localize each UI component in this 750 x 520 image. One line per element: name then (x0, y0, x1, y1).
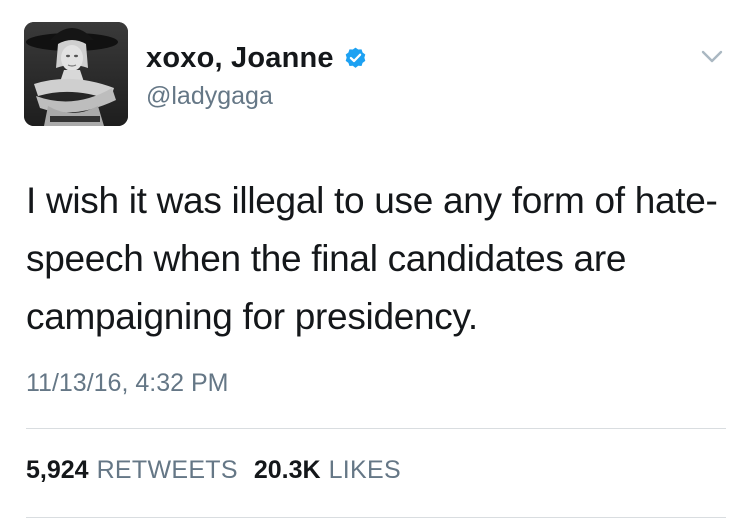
likes-count: 20.3K (253, 456, 321, 484)
tweet-timestamp[interactable]: 11/13/16, 4:32 PM (26, 369, 228, 398)
avatar[interactable] (24, 22, 128, 126)
tweet-stats: 5,924 RETWEETS 20.3K LIKES (26, 456, 401, 485)
chevron-down-icon[interactable] (700, 47, 724, 67)
divider (26, 517, 726, 518)
display-name[interactable]: xoxo, Joanne (146, 42, 334, 75)
verified-badge-icon (345, 47, 366, 68)
divider (26, 428, 726, 429)
tweet-card: xoxo, Joanne @ladygaga I wish it was ill… (0, 0, 750, 520)
user-handle[interactable]: @ladygaga (146, 82, 273, 111)
tweet-text: I wish it was illegal to use any form of… (26, 180, 718, 337)
likes-label: LIKES (328, 456, 401, 484)
retweets-count: 5,924 (26, 456, 89, 484)
retweets-stat[interactable]: 5,924 RETWEETS (26, 456, 238, 485)
retweets-label: RETWEETS (96, 456, 238, 484)
display-name-row: xoxo, Joanne (146, 38, 368, 78)
likes-stat[interactable]: 20.3K LIKES (254, 456, 401, 485)
profile-photo (24, 22, 128, 126)
